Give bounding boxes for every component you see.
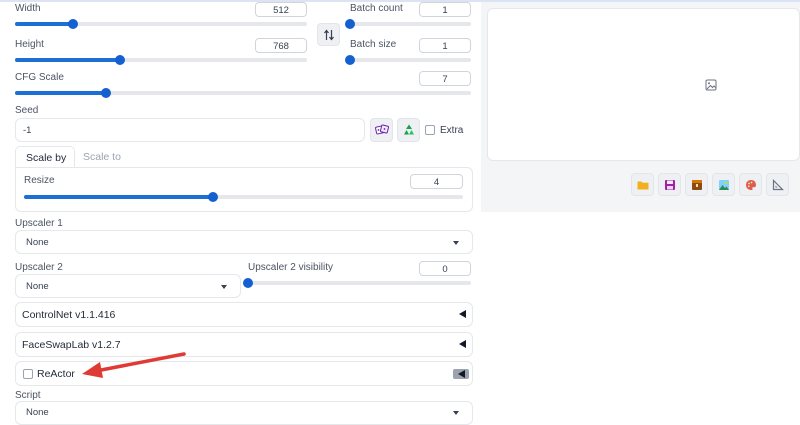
reuse-seed-button[interactable] <box>397 118 420 142</box>
height-input[interactable]: 768 <box>255 38 307 53</box>
cfg-scale-slider-handle[interactable] <box>101 88 112 98</box>
tab-scale-by[interactable]: Scale by <box>15 146 75 168</box>
batch-count-slider-handle[interactable] <box>345 19 355 29</box>
accordion-controlnet-title: ControlNet v1.1.416 <box>22 309 116 321</box>
extra-label: Extra <box>440 125 464 136</box>
height-label: Height <box>15 39 44 50</box>
cfg-scale-input[interactable]: 7 <box>419 71 471 86</box>
upscaler2-visibility-input[interactable]: 0 <box>419 261 471 276</box>
palette-icon <box>745 179 756 190</box>
seed-input[interactable]: -1 <box>15 118 365 142</box>
seed-label: Seed <box>15 105 39 116</box>
cfg-scale-label: CFG Scale <box>15 72 64 83</box>
height-slider[interactable] <box>15 55 307 65</box>
batch-count-slider[interactable] <box>345 19 471 29</box>
upscaler2-visibility-slider-handle[interactable] <box>243 278 253 288</box>
script-label: Script <box>15 390 41 401</box>
collapse-triangle-icon <box>458 369 465 378</box>
zip-icon <box>691 179 702 190</box>
resize-slider-fill <box>24 195 213 199</box>
width-label: Width <box>15 3 41 14</box>
width-input[interactable]: 512 <box>255 2 307 17</box>
image-icon <box>718 179 729 190</box>
tab-scale-by-label: Scale by <box>26 152 67 164</box>
save-button[interactable] <box>658 173 681 196</box>
output-image-area <box>487 8 800 161</box>
batch-size-slider-handle[interactable] <box>345 55 355 65</box>
height-slider-fill <box>15 58 121 62</box>
cfg-scale-slider-fill <box>15 91 107 95</box>
cfg-scale-slider[interactable] <box>15 88 471 98</box>
batch-size-slider[interactable] <box>345 55 471 65</box>
upscaler1-value: None <box>26 237 49 248</box>
chevron-down-icon <box>453 411 459 415</box>
collapse-triangle-icon <box>459 340 466 348</box>
script-select[interactable]: None <box>15 401 473 425</box>
upscaler2-visibility-slider[interactable] <box>243 278 471 288</box>
send-to-inpaint-button[interactable] <box>739 173 762 196</box>
random-seed-button[interactable] <box>370 118 393 142</box>
chevron-down-icon <box>221 285 227 289</box>
swap-vertical-arrows-icon <box>323 29 334 40</box>
upscaler2-value: None <box>26 281 49 292</box>
resize-slider[interactable] <box>24 192 463 202</box>
zip-button[interactable] <box>685 173 708 196</box>
send-to-img2img-button[interactable] <box>712 173 735 196</box>
width-slider[interactable] <box>15 19 307 29</box>
batch-size-input[interactable]: 1 <box>419 38 471 53</box>
width-slider-fill <box>15 22 74 26</box>
upscaler2-label: Upscaler 2 <box>15 262 63 273</box>
batch-count-label: Batch count <box>350 3 403 14</box>
height-slider-handle[interactable] <box>115 55 126 65</box>
tab-scale-to[interactable]: Scale to <box>75 146 135 168</box>
reactor-enable-checkbox[interactable] <box>23 369 33 379</box>
folder-icon <box>637 181 648 189</box>
collapse-triangle-icon <box>459 310 466 318</box>
dice-icon <box>374 124 389 135</box>
resize-label: Resize <box>24 175 55 186</box>
swap-dimensions-button[interactable] <box>317 23 340 46</box>
ruler-triangle-icon <box>772 178 784 190</box>
seed-value: -1 <box>23 125 32 136</box>
open-folder-button[interactable] <box>631 173 654 196</box>
chevron-down-icon <box>453 241 459 245</box>
upscaler1-select[interactable]: None <box>15 230 473 254</box>
scale-by-panel <box>15 167 473 212</box>
upscaler2-select[interactable]: None <box>15 274 241 298</box>
tab-scale-to-label: Scale to <box>83 151 121 163</box>
extra-checkbox[interactable] <box>425 125 435 135</box>
annotation-arrow <box>82 352 186 378</box>
batch-size-label: Batch size <box>350 39 397 50</box>
save-icon <box>664 179 675 190</box>
batch-count-input[interactable]: 1 <box>419 2 471 17</box>
upscaler2-visibility-label: Upscaler 2 visibility <box>248 262 334 273</box>
recycle-icon <box>403 124 414 135</box>
image-icon <box>705 79 717 91</box>
collapse-toggle[interactable] <box>453 369 469 379</box>
send-to-extras-button[interactable] <box>766 173 789 196</box>
accordion-controlnet[interactable]: ControlNet v1.1.416 <box>15 302 473 327</box>
upscaler1-label: Upscaler 1 <box>15 218 63 229</box>
resize-input[interactable]: 4 <box>410 174 463 189</box>
resize-slider-handle[interactable] <box>207 192 218 202</box>
width-slider-handle[interactable] <box>68 19 79 29</box>
